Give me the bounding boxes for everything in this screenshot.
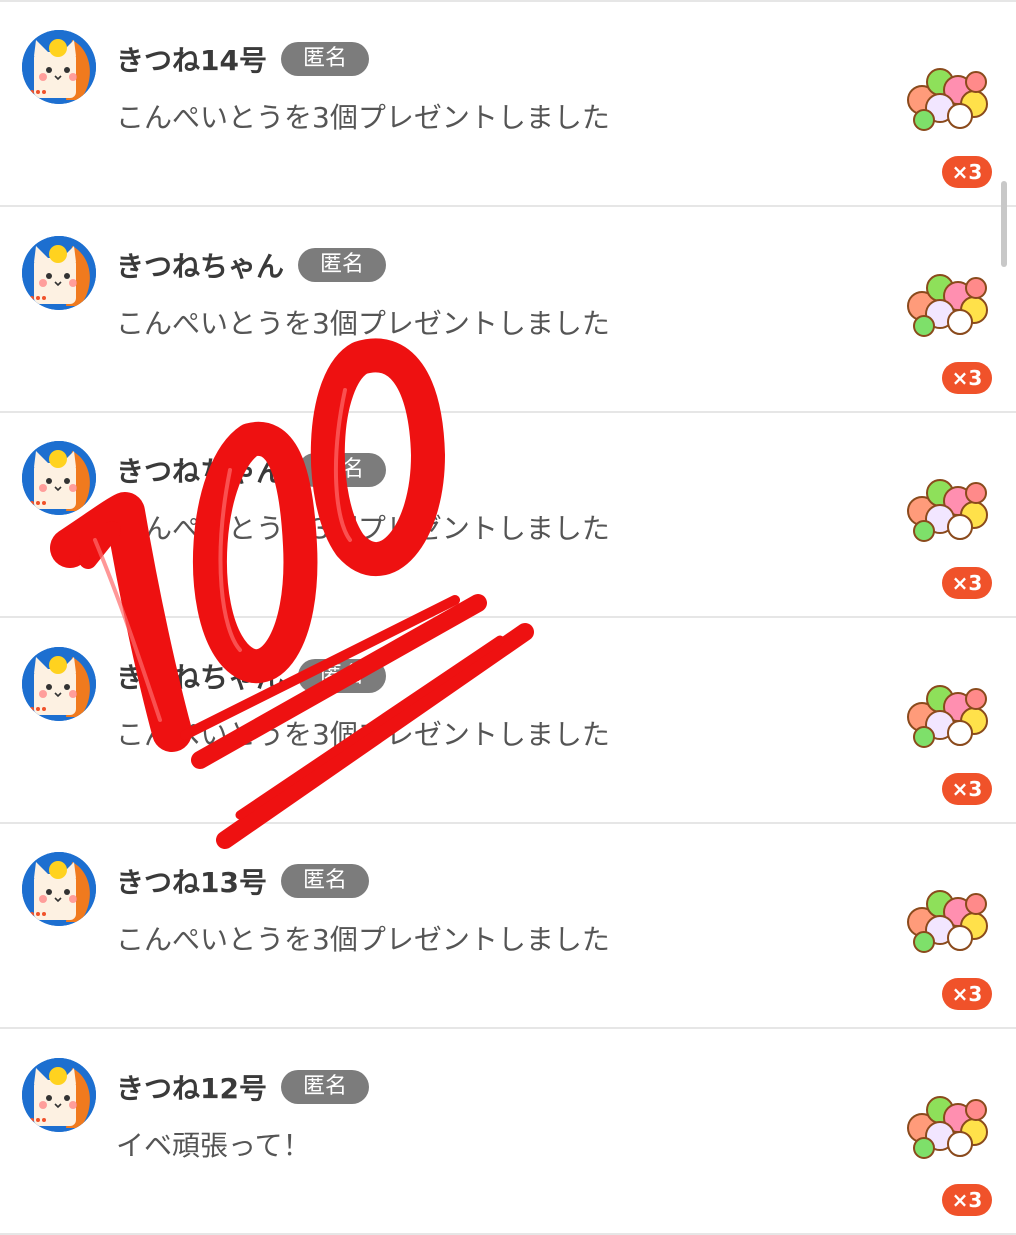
user-name: きつね13号 匿名 bbox=[116, 864, 369, 902]
konpeito-icon bbox=[900, 1088, 992, 1160]
konpeito-icon bbox=[900, 471, 992, 543]
konpeito-icon bbox=[900, 677, 992, 749]
avatar[interactable] bbox=[22, 852, 96, 926]
user-name: きつねちゃん 匿名 bbox=[116, 247, 387, 286]
user-name-text: きつねちゃん bbox=[116, 249, 285, 283]
gift-message: こんぺいとうを3個プレゼントしました bbox=[116, 101, 610, 134]
list-item[interactable]: きつね14号 匿名 こんぺいとうを3個プレゼントしました ×3 bbox=[0, 2, 1016, 207]
konpeito-icon bbox=[900, 60, 992, 132]
gift-message: こんぺいとうを3個プレゼントしました bbox=[116, 306, 610, 340]
list-item[interactable]: きつね12号 匿名 イベ頑張って！ ×3 bbox=[0, 1030, 1016, 1235]
gift-count-badge: ×3 bbox=[942, 156, 992, 188]
anonymous-badge: 匿名 bbox=[298, 453, 387, 487]
user-name: きつねちゃん 匿名 bbox=[116, 453, 387, 491]
user-name-text: きつねちゃん bbox=[116, 455, 285, 488]
anonymous-badge: 匿名 bbox=[280, 1069, 369, 1104]
gift-count-badge: ×3 bbox=[942, 978, 992, 1010]
avatar[interactable] bbox=[22, 1057, 96, 1132]
user-name: きつね14号 匿名 bbox=[116, 42, 369, 80]
gift-message: こんぺいとうを3個プレゼントしました bbox=[116, 717, 610, 751]
list-item[interactable]: きつねちゃん 匿名 こんぺいとうを3個プレゼントしました ×3 bbox=[0, 413, 1016, 618]
gift-message: こんぺいとうを3個プレゼントしました bbox=[116, 923, 610, 956]
list-item[interactable]: きつねちゃん 匿名 こんぺいとうを3個プレゼントしました ×3 bbox=[0, 208, 1016, 413]
user-name: きつねちゃん 匿名 bbox=[116, 658, 387, 697]
user-name-text: きつね12号 bbox=[116, 1071, 267, 1105]
user-name-text: きつね13号 bbox=[116, 866, 267, 899]
anonymous-badge: 匿名 bbox=[298, 247, 387, 282]
user-name-text: きつね14号 bbox=[116, 44, 267, 77]
avatar[interactable] bbox=[22, 30, 96, 104]
anonymous-badge: 匿名 bbox=[280, 864, 369, 898]
anonymous-badge: 匿名 bbox=[298, 658, 387, 693]
avatar[interactable] bbox=[22, 441, 96, 515]
gift-message: こんぺいとうを3個プレゼントしました bbox=[116, 512, 610, 545]
avatar[interactable] bbox=[22, 646, 96, 721]
anonymous-badge: 匿名 bbox=[280, 42, 369, 76]
gift-count-badge: ×3 bbox=[942, 361, 992, 394]
user-name-text: きつねちゃん bbox=[116, 660, 285, 694]
konpeito-icon bbox=[900, 882, 992, 954]
gift-count-badge: ×3 bbox=[942, 772, 992, 805]
avatar[interactable] bbox=[22, 235, 96, 310]
scrollbar[interactable] bbox=[1001, 181, 1007, 267]
list-item[interactable]: きつね13号 匿名 こんぺいとうを3個プレゼントしました ×3 bbox=[0, 824, 1016, 1029]
gift-feed: きつね14号 匿名 こんぺいとうを3個プレゼントしました ×3 きつねちゃん 匿名 … bbox=[0, 0, 1016, 1235]
list-item[interactable]: きつねちゃん 匿名 こんぺいとうを3個プレゼントしました ×3 bbox=[0, 619, 1016, 824]
gift-count-badge: ×3 bbox=[942, 567, 992, 599]
user-name: きつね12号 匿名 bbox=[116, 1069, 369, 1108]
konpeito-icon bbox=[900, 266, 992, 338]
gift-message: イベ頑張って！ bbox=[116, 1128, 311, 1162]
